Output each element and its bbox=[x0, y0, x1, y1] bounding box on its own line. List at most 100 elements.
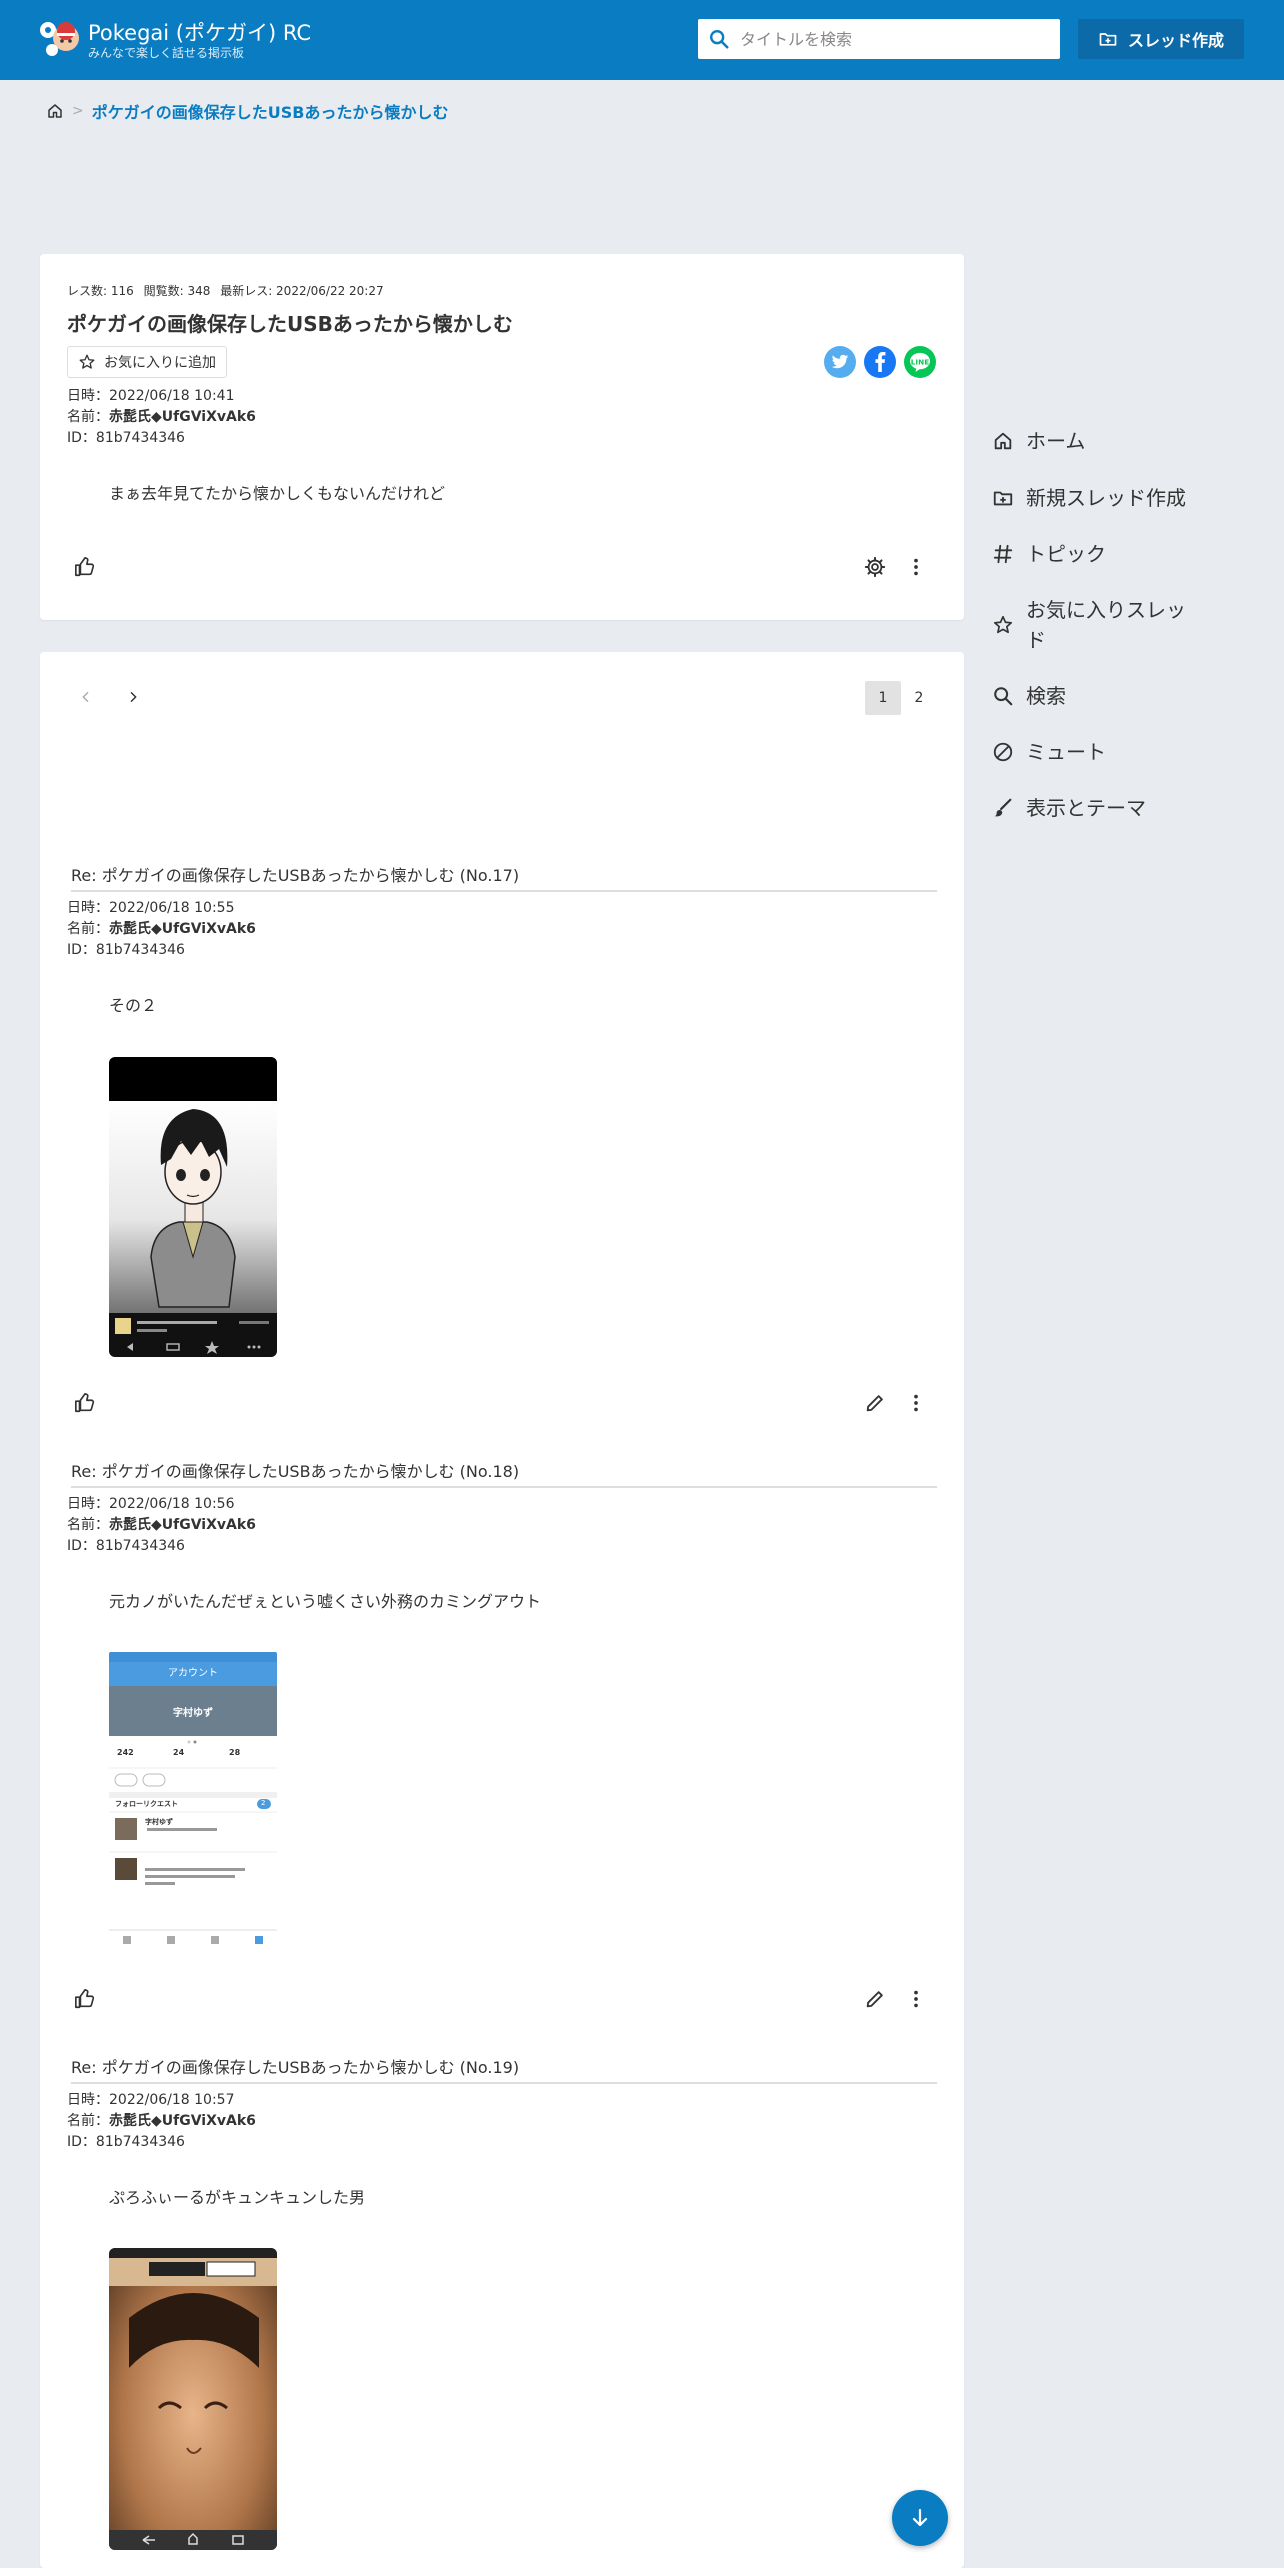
like-button[interactable] bbox=[68, 550, 102, 584]
site-logo[interactable] bbox=[38, 18, 84, 60]
site-subtitle: みんなで楽しく話せる掲示板 bbox=[88, 46, 245, 60]
post-image-anime-character[interactable] bbox=[109, 1057, 277, 1357]
svg-text:LINE: LINE bbox=[911, 357, 929, 366]
post-date: 日時：2022/06/18 10:55 bbox=[67, 900, 235, 916]
more-vertical-icon bbox=[914, 558, 918, 576]
search-input[interactable] bbox=[740, 27, 1050, 51]
scroll-down-button[interactable] bbox=[892, 2490, 948, 2546]
line-share-button[interactable]: LINE bbox=[904, 346, 936, 378]
sidebar-item-label: 検索 bbox=[1026, 684, 1066, 708]
breadcrumb-current[interactable]: ポケガイの画像保存したUSBあったから懐かしむ bbox=[92, 99, 449, 123]
screenshot-user-name: 字村ゆず bbox=[173, 1708, 213, 1719]
breadcrumb: > ポケガイの画像保存したUSBあったから懐かしむ bbox=[46, 100, 448, 122]
sidebar-item-label: 表示とテーマ bbox=[1026, 796, 1146, 820]
facebook-icon bbox=[875, 352, 886, 372]
sidebar-item-new-thread[interactable]: 新規スレッド作成 bbox=[992, 483, 1232, 513]
chevron-left-icon bbox=[82, 691, 89, 703]
screenshot-stat-3: 28 bbox=[229, 1748, 241, 1757]
thread-meta: レス数: 116 閲覧数: 348 最新レス: 2022/06/22 20:27 bbox=[67, 282, 390, 299]
post-author: 名前：赤髭氏◆UfGViXvAk6 bbox=[67, 1515, 256, 1535]
search-icon bbox=[992, 681, 1026, 711]
pencil-icon bbox=[866, 1991, 883, 2008]
author-name[interactable]: 赤髭氏◆UfGViXvAk6 bbox=[109, 921, 256, 937]
sidebar-item-label: ホーム bbox=[1026, 429, 1086, 453]
sidebar-item-mute[interactable]: ミュート bbox=[992, 737, 1232, 767]
add-favorite-button[interactable]: お気に入りに追加 bbox=[67, 346, 227, 378]
thumbs-up-icon bbox=[75, 1989, 95, 2009]
post-date: 日時：2022/06/18 10:57 bbox=[67, 2092, 235, 2108]
post-author: 名前：赤髭氏◆UfGViXvAk6 bbox=[67, 919, 256, 939]
screenshot-stat-2: 24 bbox=[173, 1748, 185, 1757]
settings-button[interactable] bbox=[858, 550, 892, 584]
more-options-button[interactable] bbox=[899, 1982, 933, 2016]
name-prefix: 名前： bbox=[67, 1517, 109, 1533]
thumbs-up-icon bbox=[75, 557, 95, 577]
search-icon bbox=[710, 30, 729, 49]
post-heading: Re: ポケガイの画像保存したUSBあったから懐かしむ (No.17) bbox=[71, 862, 937, 892]
hash-icon bbox=[992, 539, 1026, 569]
search-box[interactable] bbox=[698, 19, 1060, 59]
sidebar-item-topics[interactable]: トピック bbox=[992, 539, 1232, 569]
screenshot-header-label: アカウント bbox=[168, 1668, 218, 1679]
thread-id[interactable]: ID：81b7434346 bbox=[67, 428, 185, 448]
folder-plus-icon bbox=[992, 483, 1026, 513]
post-id[interactable]: ID：81b7434346 bbox=[67, 2132, 185, 2152]
new-thread-label: スレッド作成 bbox=[1127, 31, 1224, 50]
new-thread-button[interactable]: スレッド作成 bbox=[1078, 19, 1244, 59]
post-body: その２ bbox=[109, 996, 158, 1015]
more-options-button[interactable] bbox=[899, 550, 933, 584]
sidebar-item-display-theme[interactable]: 表示とテーマ bbox=[992, 793, 1232, 823]
author-name[interactable]: 赤髭氏◆UfGViXvAk6 bbox=[109, 1517, 256, 1533]
name-prefix: 名前： bbox=[67, 2113, 109, 2129]
post-body: ぷろふぃーるがキュンキュンした男 bbox=[109, 2188, 366, 2207]
screenshot-follow-request: フォローリクエスト bbox=[115, 1800, 178, 1808]
edit-button[interactable] bbox=[858, 1982, 892, 2016]
twitter-share-button[interactable] bbox=[824, 346, 856, 378]
last-res: 最新レス: 2022/06/22 20:27 bbox=[220, 284, 384, 298]
add-favorite-label: お気に入りに追加 bbox=[104, 355, 216, 371]
home-icon bbox=[992, 426, 1026, 456]
breadcrumb-separator: > bbox=[72, 103, 84, 119]
pencil-icon bbox=[866, 1395, 883, 1412]
post-image-profile-screenshot[interactable]: アカウント 字村ゆず 242 24 28 フォローリクエスト 2 字村ゆず bbox=[109, 1652, 277, 1952]
like-button[interactable] bbox=[68, 1386, 102, 1420]
arrow-down-icon bbox=[912, 2508, 928, 2527]
post-heading: Re: ポケガイの画像保存したUSBあったから懐かしむ (No.19) bbox=[71, 2054, 937, 2084]
post-image-photo[interactable] bbox=[109, 2248, 277, 2550]
screenshot-follow-count: 2 bbox=[261, 1799, 266, 1807]
post-heading: Re: ポケガイの画像保存したUSBあったから懐かしむ (No.18) bbox=[71, 1458, 937, 1488]
sidebar-item-search[interactable]: 検索 bbox=[992, 681, 1232, 711]
sidebar-item-label: トピック bbox=[1026, 542, 1106, 566]
sidebar-item-favorites[interactable]: お気に入りスレッド bbox=[992, 595, 1232, 655]
folder-plus-icon bbox=[1099, 33, 1117, 46]
star-icon bbox=[79, 354, 95, 369]
like-button[interactable] bbox=[68, 1982, 102, 2016]
sidebar-item-label: ミュート bbox=[1026, 740, 1106, 764]
next-page-button[interactable] bbox=[118, 682, 148, 712]
home-icon[interactable] bbox=[46, 102, 64, 120]
more-options-button[interactable] bbox=[899, 1386, 933, 1420]
block-icon bbox=[992, 737, 1026, 767]
edit-button[interactable] bbox=[858, 1386, 892, 1420]
page-number-2[interactable]: 2 bbox=[901, 681, 937, 715]
post-date: 日時：2022/06/18 10:56 bbox=[67, 1496, 235, 1512]
sidebar-item-label: 新規スレッド作成 bbox=[1026, 486, 1186, 510]
post-id[interactable]: ID：81b7434346 bbox=[67, 1536, 185, 1556]
site-title[interactable]: Pokegai (ポケガイ) RC bbox=[88, 20, 311, 46]
prev-page-button[interactable] bbox=[71, 682, 101, 712]
screenshot-list-user-name: 字村ゆず bbox=[145, 1818, 173, 1826]
author-name[interactable]: 赤髭氏◆UfGViXvAk6 bbox=[109, 409, 256, 425]
sidebar-item-home[interactable]: ホーム bbox=[992, 426, 1232, 456]
brush-icon bbox=[992, 793, 1026, 823]
screenshot-stat-1: 242 bbox=[117, 1748, 134, 1757]
thread-date: 日時：2022/06/18 10:41 bbox=[67, 388, 235, 404]
star-icon bbox=[992, 610, 1026, 640]
author-name[interactable]: 赤髭氏◆UfGViXvAk6 bbox=[109, 2113, 256, 2129]
view-count: 閲覧数: 348 bbox=[143, 284, 211, 298]
page-number-1[interactable]: 1 bbox=[865, 681, 901, 715]
thread-body: まぁ去年見てたから懐かしくもないんだけれど bbox=[109, 484, 446, 503]
gear-icon bbox=[864, 556, 886, 578]
post-id[interactable]: ID：81b7434346 bbox=[67, 940, 185, 960]
facebook-share-button[interactable] bbox=[864, 346, 896, 378]
thumbs-up-icon bbox=[75, 1393, 95, 1413]
